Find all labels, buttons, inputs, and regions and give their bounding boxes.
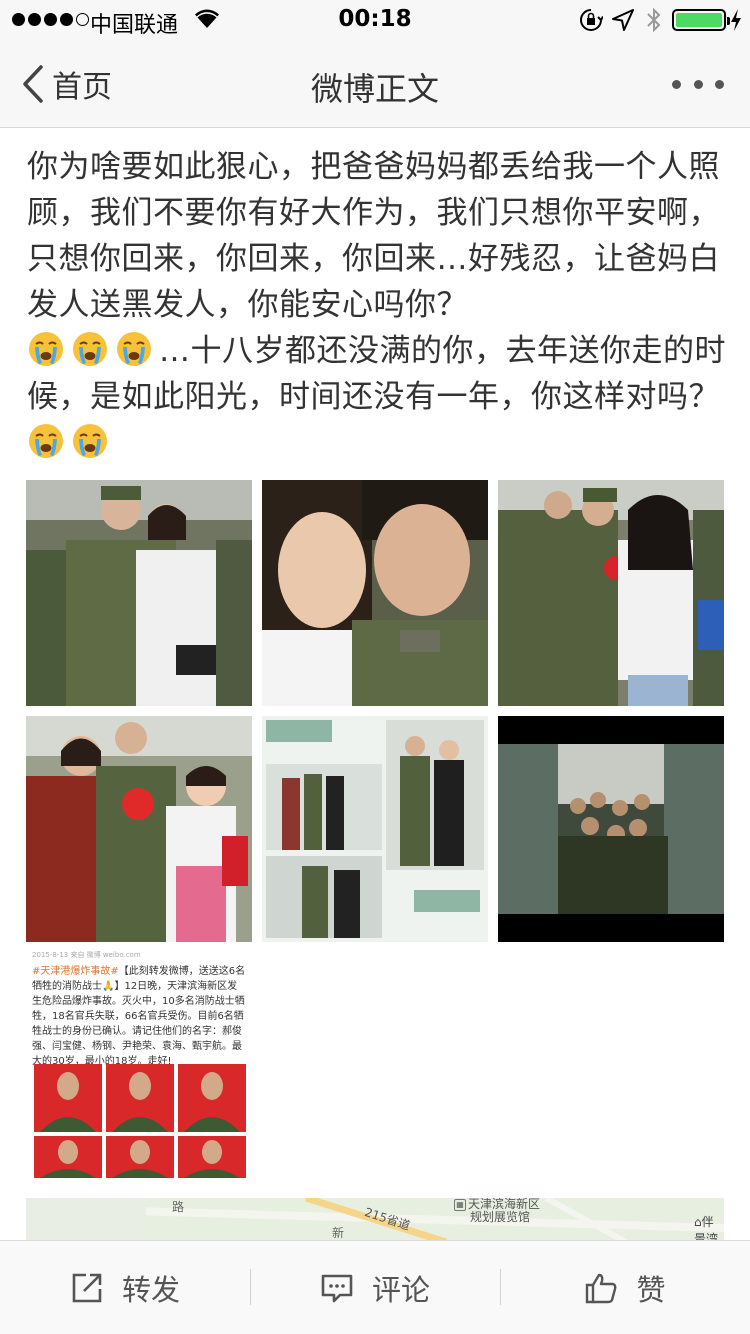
soldier-portraits-image: [34, 1064, 246, 1178]
crying-face-icon: [29, 332, 63, 366]
crying-face-icon: [29, 424, 63, 458]
repost-label: 转发: [121, 1272, 180, 1307]
crying-face-icon: [73, 332, 107, 366]
page-title: 微博正文: [310, 70, 439, 108]
location-map-card[interactable]: 路 新 ▦ 天津滨海新区 规划展览馆 215省道 ⌂伴景湾: [26, 1198, 724, 1242]
map-right-poi: ⌂伴景湾: [694, 1215, 719, 1242]
map-poi-line2: 规划展览馆: [470, 1210, 531, 1224]
photo-soldier-with-woman[interactable]: [26, 480, 252, 706]
navigation-bar: 首页 微博正文: [0, 40, 750, 128]
like-button[interactable]: 赞: [500, 1241, 750, 1334]
map-label: 新: [332, 1226, 345, 1240]
photo-girl-pinning-flower[interactable]: [498, 480, 724, 706]
comment-label: 评论: [371, 1272, 430, 1307]
building-icon: ⌂: [694, 1215, 702, 1229]
news-screenshot-header: 2015-8-13 来自 微博 weibo.com: [32, 951, 141, 959]
comment-button[interactable]: 评论: [250, 1241, 500, 1334]
map-label: 路: [172, 1200, 185, 1214]
map-poi: ▦ 天津滨海新区 规划展览馆: [454, 1198, 540, 1224]
location-arrow-icon: [612, 9, 634, 31]
battery-icon: [672, 9, 730, 31]
photo-barracks-group[interactable]: [498, 716, 724, 942]
news-screenshot-body: 【此刻转发微博，送送这6名牺牲的消防战士🙏】12日晚，天津滨海新区发生危险品爆炸…: [32, 966, 246, 1067]
repost-button[interactable]: 转发: [0, 1241, 250, 1334]
thumbs-up-icon: [586, 1273, 617, 1303]
post-text-part-1: 你为啥要如此狠心，把爸爸妈妈都丢给我一个人照顾，我们不要你有好大作为，我们只想你…: [27, 149, 720, 323]
news-screenshot-text: #天津港爆炸事故#【此刻转发微博，送送这6名牺牲的消防战士🙏】12日晚，天津滨海…: [32, 964, 246, 1069]
more-button[interactable]: [672, 74, 724, 94]
news-screenshot-tag: #天津港爆炸事故#: [32, 966, 119, 977]
status-bar: 中国联通 00:18: [0, 0, 750, 40]
status-time: 00:18: [338, 6, 412, 32]
bottom-toolbar: 转发 评论 赞: [0, 1240, 750, 1334]
share-icon: [72, 1273, 102, 1302]
post-text: 你为啥要如此狠心，把爸爸妈妈都丢给我一个人照顾，我们不要你有好大作为，我们只想你…: [27, 144, 727, 466]
photo-collage-graduation[interactable]: [262, 716, 488, 942]
comment-icon: [321, 1274, 353, 1302]
rotation-lock-icon: [580, 9, 603, 31]
charging-bolt-icon: [731, 9, 741, 31]
header: 中国联通 00:18 首页 微博正文: [0, 0, 750, 128]
photo-selfie-mother-son[interactable]: [262, 480, 488, 706]
bluetooth-icon: [647, 7, 661, 33]
more-dots-icon: [672, 79, 681, 89]
photo-news-screenshot[interactable]: 2015-8-13 来自 微博 weibo.com #天津港爆炸事故#【此刻转发…: [26, 950, 252, 1178]
like-label: 赞: [636, 1272, 666, 1307]
photo-family-with-soldier[interactable]: [26, 716, 252, 942]
crying-face-icon: [117, 332, 151, 366]
building-icon: ▦: [454, 1198, 466, 1211]
crying-face-icon: [73, 424, 107, 458]
